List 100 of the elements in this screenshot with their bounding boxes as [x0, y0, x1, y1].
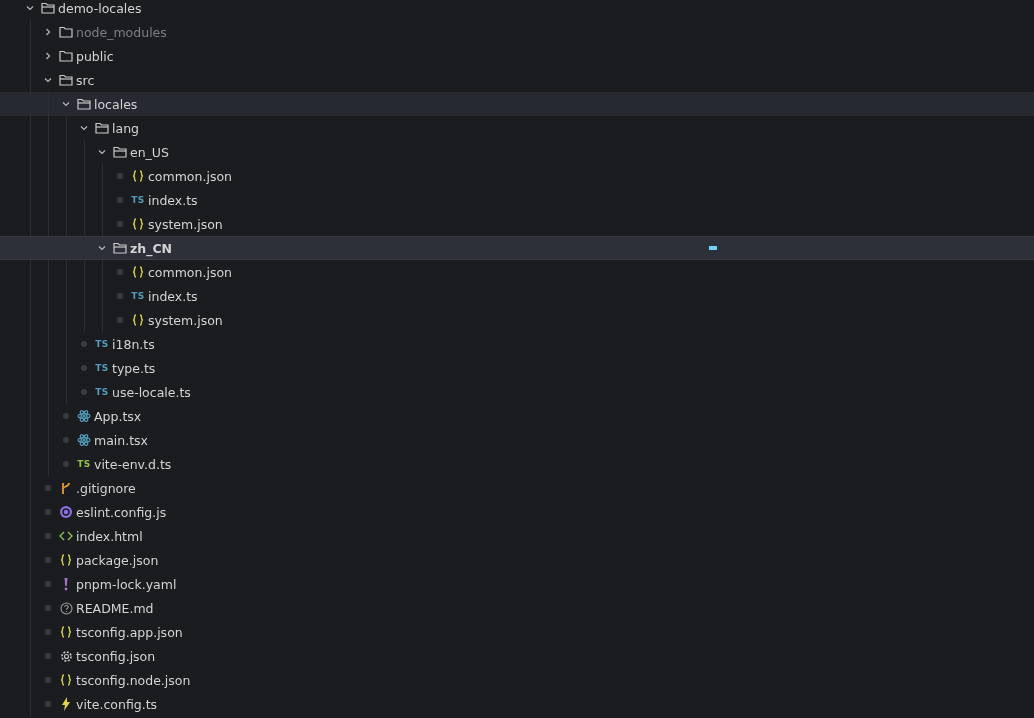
folder-row[interactable]: demo-locales: [0, 0, 1034, 20]
folder-row[interactable]: zh_CN: [0, 236, 1034, 260]
file-name: vite.config.ts: [76, 696, 158, 712]
file-row[interactable]: TS index.ts: [0, 188, 1034, 212]
file-name: main.tsx: [94, 432, 149, 448]
file-row[interactable]: common.json: [0, 260, 1034, 284]
dot-icon: [45, 629, 51, 635]
exclamation-icon: [63, 577, 69, 591]
file-name: README.md: [76, 600, 154, 616]
file-row[interactable]: vite.config.ts: [0, 692, 1034, 716]
file-name: index.ts: [148, 288, 198, 304]
open-folder-icon: [113, 242, 127, 254]
folder-row[interactable]: node_modules: [0, 20, 1034, 44]
file-row[interactable]: App.tsx: [0, 404, 1034, 428]
gear-icon: [59, 649, 73, 663]
dot-icon: [117, 293, 123, 299]
chevron-down-icon[interactable]: [97, 147, 107, 157]
chevron-down-icon[interactable]: [61, 99, 71, 109]
file-row[interactable]: system.json: [0, 308, 1034, 332]
chevron-down-icon[interactable]: [25, 3, 35, 13]
file-row[interactable]: pnpm-lock.yaml: [0, 572, 1034, 596]
file-name: type.ts: [112, 360, 156, 376]
file-row[interactable]: TS vite-env.d.ts: [0, 452, 1034, 476]
file-row[interactable]: TS type.ts: [0, 356, 1034, 380]
chevron-right-icon[interactable]: [43, 27, 53, 37]
folder-row[interactable]: lang: [0, 116, 1034, 140]
dot-icon: [63, 413, 69, 419]
file-name: system.json: [148, 216, 223, 232]
file-name: vite-env.d.ts: [94, 456, 172, 472]
question-icon: [59, 601, 73, 615]
file-row[interactable]: TS use-locale.ts: [0, 380, 1034, 404]
folder-icon: [59, 26, 73, 38]
braces-icon: [132, 314, 144, 326]
file-name: pnpm-lock.yaml: [76, 576, 177, 592]
chevron-down-icon[interactable]: [43, 75, 53, 85]
open-folder-icon: [77, 98, 91, 110]
file-name: eslint.config.js: [76, 504, 167, 520]
file-name: package.json: [76, 552, 159, 568]
file-row[interactable]: tsconfig.node.json: [0, 668, 1034, 692]
open-folder-icon: [113, 146, 127, 158]
folder-row[interactable]: en_US: [0, 140, 1034, 164]
dot-icon: [81, 341, 87, 347]
open-folder-icon: [95, 122, 109, 134]
dot-icon: [63, 437, 69, 443]
file-row[interactable]: eslint.config.js: [0, 500, 1034, 524]
lightning-icon: [61, 697, 71, 711]
folder-row[interactable]: locales: [0, 92, 1034, 116]
open-folder-icon: [59, 74, 73, 86]
file-name: i18n.ts: [112, 336, 155, 352]
braces-icon: [132, 218, 144, 230]
typescript-icon: TS: [95, 387, 109, 397]
code-icon: [59, 531, 73, 541]
file-row[interactable]: .gitignore: [0, 476, 1034, 500]
dot-icon: [117, 317, 123, 323]
folder-row[interactable]: public: [0, 44, 1034, 68]
file-row[interactable]: system.json: [0, 212, 1034, 236]
folder-name: locales: [94, 96, 138, 112]
file-name: common.json: [148, 264, 232, 280]
dot-icon: [45, 485, 51, 491]
file-row[interactable]: package.json: [0, 548, 1034, 572]
folder-icon: [59, 50, 73, 62]
typescript-icon: TS: [95, 363, 109, 373]
file-row[interactable]: tsconfig.json: [0, 644, 1034, 668]
file-row[interactable]: README.md: [0, 596, 1034, 620]
file-row[interactable]: common.json: [0, 164, 1034, 188]
dot-icon: [63, 461, 69, 467]
file-name: common.json: [148, 168, 232, 184]
folder-row[interactable]: src: [0, 68, 1034, 92]
braces-icon: [60, 554, 72, 566]
chevron-down-icon[interactable]: [79, 123, 89, 133]
file-name: App.tsx: [94, 408, 142, 424]
folder-name: src: [76, 72, 95, 88]
file-row[interactable]: tsconfig.app.json: [0, 620, 1034, 644]
dot-icon: [117, 197, 123, 203]
file-name: tsconfig.node.json: [76, 672, 191, 688]
folder-name: demo-locales: [58, 0, 142, 16]
file-row[interactable]: TS i18n.ts: [0, 332, 1034, 356]
folder-name: zh_CN: [130, 240, 173, 256]
folder-name: lang: [112, 120, 139, 136]
file-row[interactable]: TS index.ts: [0, 284, 1034, 308]
file-name: tsconfig.app.json: [76, 624, 183, 640]
dot-icon: [45, 653, 51, 659]
open-folder-icon: [41, 2, 55, 14]
dot-icon: [81, 389, 87, 395]
file-name: system.json: [148, 312, 223, 328]
atom-icon: [77, 433, 91, 447]
folder-name: public: [76, 48, 114, 64]
typescript-icon: TS: [95, 339, 109, 349]
dot-icon: [45, 509, 51, 515]
atom-icon: [77, 409, 91, 423]
file-row[interactable]: main.tsx: [0, 428, 1034, 452]
braces-icon: [132, 266, 144, 278]
file-row[interactable]: index.html: [0, 524, 1034, 548]
typescript-icon: TS: [131, 195, 145, 205]
chevron-down-icon[interactable]: [97, 243, 107, 253]
dot-icon: [45, 581, 51, 587]
dot-icon: [45, 605, 51, 611]
chevron-right-icon[interactable]: [43, 51, 53, 61]
dot-icon: [117, 173, 123, 179]
file-name: use-locale.ts: [112, 384, 191, 400]
